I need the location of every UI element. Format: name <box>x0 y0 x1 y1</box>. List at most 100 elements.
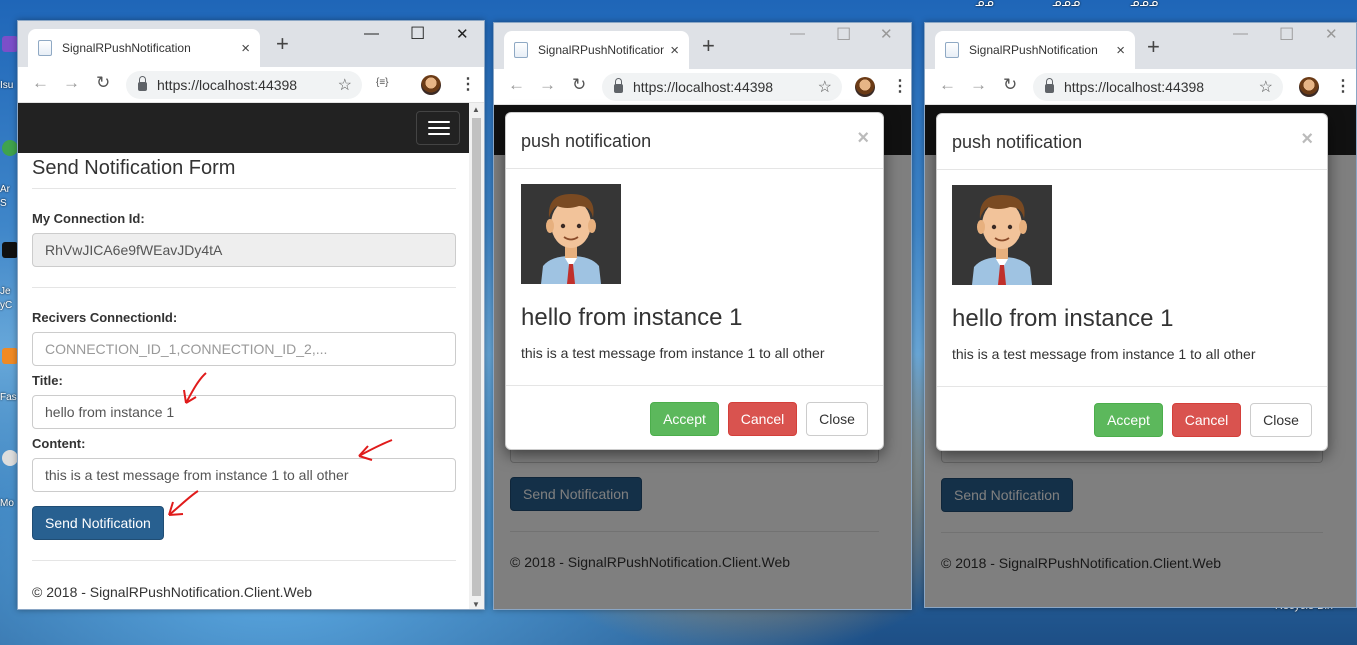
lock-icon <box>1045 78 1054 93</box>
profile-avatar-icon[interactable] <box>421 75 441 95</box>
menu-kebab-icon[interactable]: ⋮ <box>1335 76 1351 96</box>
form-title: Send Notification Form <box>32 157 456 189</box>
url-text: https://localhost:44398 <box>1064 79 1205 95</box>
minimize-icon[interactable]: — <box>790 25 805 42</box>
close-window-icon[interactable]: ✕ <box>456 25 469 43</box>
close-window-icon[interactable]: ✕ <box>880 25 893 43</box>
desktop-app-icon[interactable] <box>2 36 18 52</box>
desktop-app-icon[interactable] <box>2 348 18 364</box>
reload-icon[interactable]: ↻ <box>572 75 586 95</box>
close-window-icon[interactable]: ✕ <box>1325 25 1338 43</box>
desktop-top-text-3: ᓄᓄᓄ <box>1130 0 1159 9</box>
hamburger-menu-button[interactable] <box>416 111 460 145</box>
user-avatar-image <box>521 184 621 284</box>
browser-toolbar: ← → ↻ https://localhost:44398 ☆ ⋮ <box>494 69 911 105</box>
forward-icon[interactable]: → <box>63 73 80 93</box>
new-tab-icon[interactable]: + <box>702 33 715 59</box>
title-input[interactable]: hello from instance 1 <box>32 395 456 429</box>
cancel-button[interactable]: Cancel <box>728 402 797 436</box>
desktop-app-icon[interactable] <box>2 450 18 466</box>
lock-icon <box>614 78 623 93</box>
browser-window-1: SignalRPushNotification × + — ☐ ✕ ← → ↻ … <box>17 20 485 610</box>
browser-tab[interactable]: SignalRPushNotification × <box>28 29 260 67</box>
bookmark-star-icon[interactable]: ☆ <box>1259 77 1273 97</box>
desktop-label: yC <box>0 300 13 311</box>
address-bar[interactable]: https://localhost:44398 ☆ <box>1033 73 1283 101</box>
modal-message: this is a test message from instance 1 t… <box>521 345 825 361</box>
back-icon[interactable]: ← <box>32 73 49 93</box>
back-icon[interactable]: ← <box>939 75 956 95</box>
minimize-icon[interactable]: — <box>364 25 379 42</box>
desktop-label: Ar <box>0 184 10 195</box>
annotation-arrow-title <box>183 372 207 404</box>
forward-icon[interactable]: → <box>970 75 987 95</box>
maximize-icon[interactable]: ☐ <box>1279 25 1294 45</box>
modal-header: push notification × <box>937 114 1327 170</box>
browser-tab[interactable]: SignalRPushNotification × <box>935 31 1135 69</box>
browser-window-3: SignalRPushNotification × + — ☐ ✕ ← → ↻ … <box>924 22 1357 608</box>
url-text: https://localhost:44398 <box>633 79 774 95</box>
new-tab-icon[interactable]: + <box>276 31 289 57</box>
address-bar[interactable]: https://localhost:44398 ☆ <box>602 73 842 101</box>
connection-id-field[interactable]: RhVwJICA6e9fWEavJDy4tA <box>32 233 456 267</box>
page-scrollbar[interactable]: ▲ ▼ <box>469 103 484 609</box>
page-icon <box>514 42 528 58</box>
page-content: Send Notification Form My Connection Id:… <box>18 103 470 609</box>
close-button[interactable]: Close <box>806 402 868 436</box>
profile-avatar-icon[interactable] <box>1299 77 1319 97</box>
close-button[interactable]: Close <box>1250 403 1312 437</box>
receivers-input[interactable]: CONNECTION_ID_1,CONNECTION_ID_2,... <box>32 332 456 366</box>
cancel-button[interactable]: Cancel <box>1172 403 1241 437</box>
browser-toolbar: ← → ↻ https://localhost:44398 ☆ ⋮ <box>925 69 1356 105</box>
browser-tab[interactable]: SignalRPushNotification × <box>504 31 689 69</box>
url-text: https://localhost:44398 <box>157 77 298 93</box>
maximize-icon[interactable]: ☐ <box>410 24 425 44</box>
notification-modal: push notification × hello from instance … <box>505 112 884 450</box>
close-tab-icon[interactable]: × <box>241 40 250 57</box>
page-icon <box>945 42 959 58</box>
modal-close-icon[interactable]: × <box>1301 128 1313 151</box>
desktop-top-text-2: ᓄᓄᓄ <box>1052 0 1081 9</box>
desktop-app-icon[interactable] <box>2 242 18 258</box>
title-bar: SignalRPushNotification × + — ☐ ✕ <box>925 23 1356 69</box>
modal-body: hello from instance 1 this is a test mes… <box>506 169 883 386</box>
modal-heading: hello from instance 1 <box>952 305 1174 332</box>
modal-body: hello from instance 1 this is a test mes… <box>937 170 1327 387</box>
maximize-icon[interactable]: ☐ <box>836 25 851 45</box>
reload-icon[interactable]: ↻ <box>1003 75 1017 95</box>
send-notification-button[interactable]: Send Notification <box>32 506 164 540</box>
close-tab-icon[interactable]: × <box>1116 42 1125 59</box>
browser-toolbar: ← → ↻ https://localhost:44398 ☆ {≡} ⋮ <box>18 67 484 103</box>
reload-icon[interactable]: ↻ <box>96 73 110 93</box>
modal-message: this is a test message from instance 1 t… <box>952 346 1256 362</box>
extension-icon[interactable]: {≡} <box>376 77 389 88</box>
title-bar: SignalRPushNotification × + — ☐ ✕ <box>494 23 911 69</box>
browser-window-2: SignalRPushNotification × + — ☐ ✕ ← → ↻ … <box>493 22 912 610</box>
modal-header: push notification × <box>506 113 883 169</box>
modal-footer: Accept Cancel Close <box>937 387 1327 453</box>
desktop-label: Fas <box>0 392 17 403</box>
minimize-icon[interactable]: — <box>1233 25 1248 42</box>
tab-title: SignalRPushNotification <box>969 43 1098 57</box>
desktop-label: Je <box>0 286 11 297</box>
address-bar[interactable]: https://localhost:44398 ☆ <box>126 71 362 99</box>
modal-footer: Accept Cancel Close <box>506 386 883 452</box>
tab-title: SignalRPushNotification <box>538 43 665 57</box>
accept-button[interactable]: Accept <box>650 402 719 436</box>
desktop-label: S <box>0 198 7 209</box>
forward-icon[interactable]: → <box>539 75 556 95</box>
tab-title: SignalRPushNotification <box>62 41 191 55</box>
scrollbar-thumb[interactable] <box>472 118 481 596</box>
accept-button[interactable]: Accept <box>1094 403 1163 437</box>
notification-modal: push notification × hello from instance … <box>936 113 1328 451</box>
bookmark-star-icon[interactable]: ☆ <box>338 75 352 95</box>
desktop-app-icon[interactable] <box>2 140 18 156</box>
menu-kebab-icon[interactable]: ⋮ <box>460 74 476 94</box>
profile-avatar-icon[interactable] <box>855 77 875 97</box>
menu-kebab-icon[interactable]: ⋮ <box>892 76 908 96</box>
bookmark-star-icon[interactable]: ☆ <box>818 77 832 97</box>
modal-close-icon[interactable]: × <box>857 127 869 150</box>
close-tab-icon[interactable]: × <box>670 42 679 59</box>
back-icon[interactable]: ← <box>508 75 525 95</box>
new-tab-icon[interactable]: + <box>1147 34 1160 60</box>
